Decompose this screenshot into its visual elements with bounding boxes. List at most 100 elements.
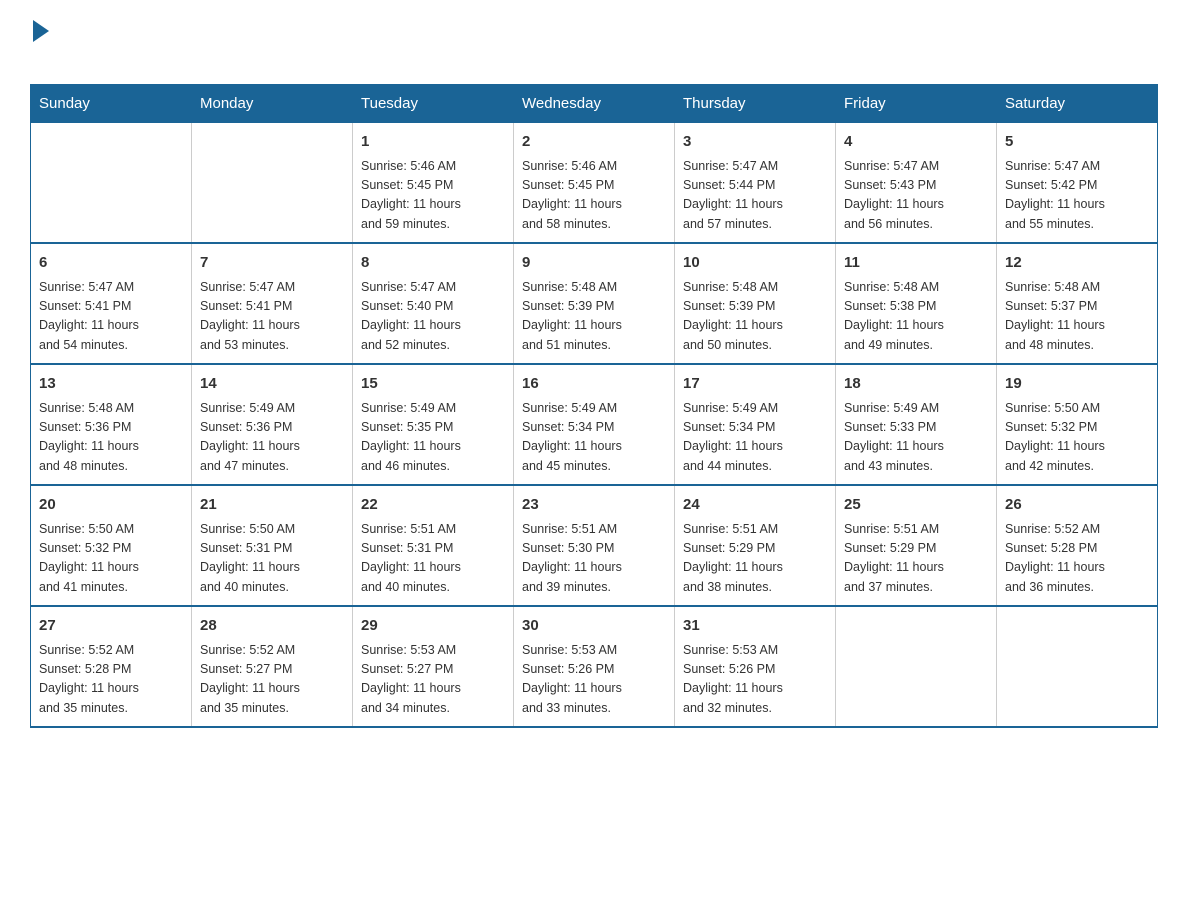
day-number: 24 (683, 494, 827, 517)
calendar-cell (31, 123, 192, 244)
day-number: 14 (200, 373, 344, 396)
day-number: 7 (200, 252, 344, 275)
calendar-cell: 6 Sunrise: 5:47 AMSunset: 5:41 PMDaylight… (31, 243, 192, 364)
day-info: Sunrise: 5:50 AMSunset: 5:31 PMDaylight:… (200, 520, 344, 598)
calendar-header-tuesday: Tuesday (353, 85, 514, 123)
day-info: Sunrise: 5:48 AMSunset: 5:39 PMDaylight:… (683, 278, 827, 356)
day-number: 6 (39, 252, 183, 275)
calendar-cell: 13 Sunrise: 5:48 AMSunset: 5:36 PMDayligh… (31, 364, 192, 485)
day-info: Sunrise: 5:52 AMSunset: 5:27 PMDaylight:… (200, 641, 344, 719)
day-info: Sunrise: 5:49 AMSunset: 5:35 PMDaylight:… (361, 399, 505, 477)
calendar-cell: 29Sunrise: 5:53 AMSunset: 5:27 PMDayligh… (353, 606, 514, 727)
calendar-cell: 20 Sunrise: 5:50 AMSunset: 5:32 PMDayligh… (31, 485, 192, 606)
day-number: 30 (522, 615, 666, 638)
calendar-header-wednesday: Wednesday (514, 85, 675, 123)
calendar-cell: 18 Sunrise: 5:49 AMSunset: 5:33 PMDayligh… (836, 364, 997, 485)
calendar-cell: 23 Sunrise: 5:51 AMSunset: 5:30 PMDayligh… (514, 485, 675, 606)
day-info: Sunrise: 5:48 AMSunset: 5:39 PMDaylight:… (522, 278, 666, 356)
calendar-cell: 7 Sunrise: 5:47 AMSunset: 5:41 PMDaylight… (192, 243, 353, 364)
calendar-week-1: 1 Sunrise: 5:46 AMSunset: 5:45 PMDaylight… (31, 123, 1158, 244)
day-info: Sunrise: 5:48 AMSunset: 5:36 PMDaylight:… (39, 399, 183, 477)
calendar-cell: 17Sunrise: 5:49 AMSunset: 5:34 PMDayligh… (675, 364, 836, 485)
day-number: 31 (683, 615, 827, 638)
day-number: 11 (844, 252, 988, 275)
day-number: 1 (361, 131, 505, 154)
day-number: 29 (361, 615, 505, 638)
calendar-cell: 4Sunrise: 5:47 AMSunset: 5:43 PMDaylight… (836, 123, 997, 244)
day-number: 9 (522, 252, 666, 275)
calendar-week-5: 27Sunrise: 5:52 AMSunset: 5:28 PMDayligh… (31, 606, 1158, 727)
calendar-cell: 2Sunrise: 5:46 AMSunset: 5:45 PMDaylight… (514, 123, 675, 244)
day-number: 28 (200, 615, 344, 638)
day-number: 15 (361, 373, 505, 396)
day-number: 12 (1005, 252, 1149, 275)
calendar-cell: 24 Sunrise: 5:51 AMSunset: 5:29 PMDayligh… (675, 485, 836, 606)
calendar-cell: 31 Sunrise: 5:53 AMSunset: 5:26 PMDayligh… (675, 606, 836, 727)
calendar-header-friday: Friday (836, 85, 997, 123)
day-number: 8 (361, 252, 505, 275)
day-number: 3 (683, 131, 827, 154)
day-number: 26 (1005, 494, 1149, 517)
calendar-cell (836, 606, 997, 727)
calendar-header-thursday: Thursday (675, 85, 836, 123)
calendar-cell: 21 Sunrise: 5:50 AMSunset: 5:31 PMDayligh… (192, 485, 353, 606)
calendar-cell: 30 Sunrise: 5:53 AMSunset: 5:26 PMDayligh… (514, 606, 675, 727)
calendar-cell: 25 Sunrise: 5:51 AMSunset: 5:29 PMDayligh… (836, 485, 997, 606)
day-number: 27 (39, 615, 183, 638)
calendar-cell: 28 Sunrise: 5:52 AMSunset: 5:27 PMDayligh… (192, 606, 353, 727)
day-number: 18 (844, 373, 988, 396)
day-info: Sunrise: 5:49 AMSunset: 5:33 PMDaylight:… (844, 399, 988, 477)
calendar-cell (192, 123, 353, 244)
day-info: Sunrise: 5:46 AMSunset: 5:45 PMDaylight:… (522, 157, 666, 235)
calendar-cell: 9 Sunrise: 5:48 AMSunset: 5:39 PMDaylight… (514, 243, 675, 364)
day-number: 16 (522, 373, 666, 396)
calendar-table: SundayMondayTuesdayWednesdayThursdayFrid… (30, 84, 1158, 728)
logo-arrow-icon (33, 20, 49, 42)
calendar-week-4: 20 Sunrise: 5:50 AMSunset: 5:32 PMDayligh… (31, 485, 1158, 606)
day-info: Sunrise: 5:47 AMSunset: 5:43 PMDaylight:… (844, 157, 988, 235)
day-info: Sunrise: 5:47 AMSunset: 5:40 PMDaylight:… (361, 278, 505, 356)
day-info: Sunrise: 5:51 AMSunset: 5:29 PMDaylight:… (683, 520, 827, 598)
day-info: Sunrise: 5:47 AMSunset: 5:41 PMDaylight:… (200, 278, 344, 356)
calendar-cell (997, 606, 1158, 727)
day-info: Sunrise: 5:53 AMSunset: 5:26 PMDaylight:… (522, 641, 666, 719)
calendar-header-row: SundayMondayTuesdayWednesdayThursdayFrid… (31, 85, 1158, 123)
day-number: 21 (200, 494, 344, 517)
day-number: 22 (361, 494, 505, 517)
calendar-header-sunday: Sunday (31, 85, 192, 123)
calendar-cell: 22 Sunrise: 5:51 AMSunset: 5:31 PMDayligh… (353, 485, 514, 606)
day-info: Sunrise: 5:47 AMSunset: 5:41 PMDaylight:… (39, 278, 183, 356)
calendar-cell: 16 Sunrise: 5:49 AMSunset: 5:34 PMDayligh… (514, 364, 675, 485)
day-info: Sunrise: 5:48 AMSunset: 5:37 PMDaylight:… (1005, 278, 1149, 356)
day-info: Sunrise: 5:52 AMSunset: 5:28 PMDaylight:… (1005, 520, 1149, 598)
calendar-week-3: 13 Sunrise: 5:48 AMSunset: 5:36 PMDayligh… (31, 364, 1158, 485)
calendar-cell: 8 Sunrise: 5:47 AMSunset: 5:40 PMDaylight… (353, 243, 514, 364)
day-info: Sunrise: 5:53 AMSunset: 5:26 PMDaylight:… (683, 641, 827, 719)
day-number: 25 (844, 494, 988, 517)
day-info: Sunrise: 5:48 AMSunset: 5:38 PMDaylight:… (844, 278, 988, 356)
calendar-cell: 3 Sunrise: 5:47 AMSunset: 5:44 PMDaylight… (675, 123, 836, 244)
page-header (30, 20, 1158, 74)
calendar-cell: 12 Sunrise: 5:48 AMSunset: 5:37 PMDayligh… (997, 243, 1158, 364)
day-info: Sunrise: 5:51 AMSunset: 5:30 PMDaylight:… (522, 520, 666, 598)
calendar-cell: 27Sunrise: 5:52 AMSunset: 5:28 PMDayligh… (31, 606, 192, 727)
calendar-header-monday: Monday (192, 85, 353, 123)
day-info: Sunrise: 5:51 AMSunset: 5:31 PMDaylight:… (361, 520, 505, 598)
logo (30, 20, 49, 74)
day-info: Sunrise: 5:46 AMSunset: 5:45 PMDaylight:… (361, 157, 505, 235)
day-info: Sunrise: 5:47 AMSunset: 5:44 PMDaylight:… (683, 157, 827, 235)
day-number: 20 (39, 494, 183, 517)
day-info: Sunrise: 5:47 AMSunset: 5:42 PMDaylight:… (1005, 157, 1149, 235)
day-number: 10 (683, 252, 827, 275)
day-info: Sunrise: 5:49 AMSunset: 5:34 PMDaylight:… (522, 399, 666, 477)
day-number: 23 (522, 494, 666, 517)
day-number: 17 (683, 373, 827, 396)
calendar-week-2: 6 Sunrise: 5:47 AMSunset: 5:41 PMDaylight… (31, 243, 1158, 364)
day-number: 13 (39, 373, 183, 396)
day-info: Sunrise: 5:49 AMSunset: 5:36 PMDaylight:… (200, 399, 344, 477)
day-info: Sunrise: 5:51 AMSunset: 5:29 PMDaylight:… (844, 520, 988, 598)
day-info: Sunrise: 5:50 AMSunset: 5:32 PMDaylight:… (39, 520, 183, 598)
day-number: 19 (1005, 373, 1149, 396)
calendar-cell: 19Sunrise: 5:50 AMSunset: 5:32 PMDayligh… (997, 364, 1158, 485)
calendar-cell: 26 Sunrise: 5:52 AMSunset: 5:28 PMDayligh… (997, 485, 1158, 606)
